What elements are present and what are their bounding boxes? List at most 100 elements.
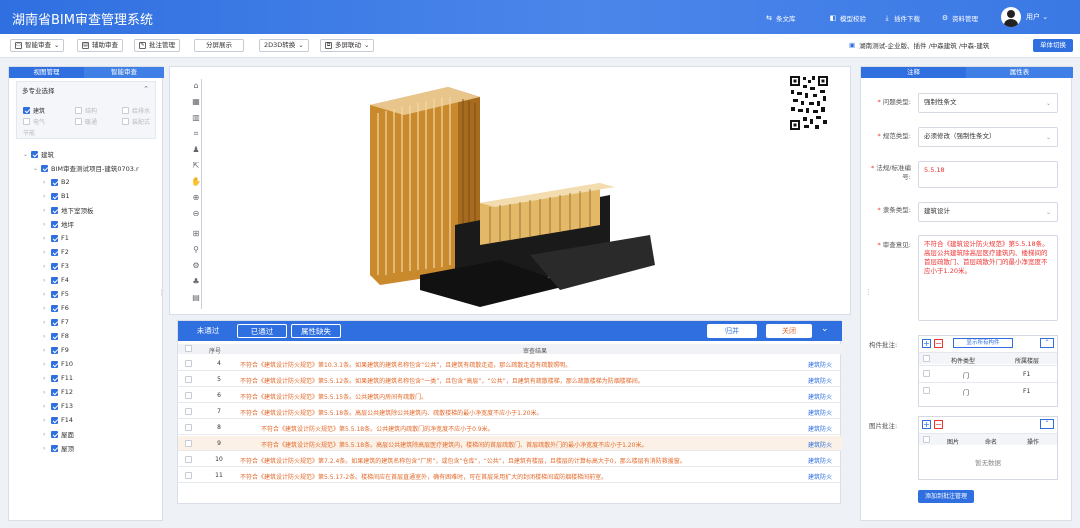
zoom-out-icon[interactable]: ⊖ [191, 209, 201, 219]
tree-floor-item[interactable]: › 屋顶 [43, 443, 74, 453]
standard-number-field[interactable]: 5.5.18 [918, 161, 1058, 188]
checkbox[interactable] [51, 318, 58, 326]
multi-screen-button[interactable]: ⧉ 多屏联动 ⌄ [320, 39, 375, 52]
discipline-hvac[interactable]: 暖通 [75, 117, 97, 126]
nav-library[interactable]: ⇆ 条文库 [765, 12, 795, 24]
row-category-link[interactable]: 建筑防火 [808, 376, 832, 385]
row-checkbox[interactable] [185, 472, 192, 479]
checkbox[interactable] [51, 220, 58, 228]
row-category-link[interactable]: 建筑防火 [808, 472, 832, 481]
row-checkbox[interactable] [185, 440, 192, 447]
checkbox[interactable] [923, 436, 930, 443]
checkbox[interactable] [923, 370, 930, 377]
checkbox[interactable] [51, 332, 58, 340]
result-row[interactable]: 4 不符合《建筑设计防火规范》第10.3.1条。如果建筑的建筑名称包含“公共”，且… [178, 356, 842, 371]
checkbox[interactable] [75, 107, 82, 114]
row-category-link[interactable]: 建筑防火 [808, 440, 832, 449]
tab-failed[interactable]: 未通过 [183, 324, 233, 338]
tree-floor-item[interactable]: › F13 [43, 401, 73, 411]
checkbox[interactable] [51, 416, 58, 424]
assist-review-button[interactable]: ▤ 辅助审查 [77, 39, 123, 52]
checkbox[interactable] [51, 444, 58, 452]
result-row[interactable]: 10 不符合《建筑设计防火规范》第7.2.4条。如果建筑的建筑名称包含“厂房”，或… [178, 452, 842, 467]
add-to-annotation-management-button[interactable]: 添加到批注管理 [918, 490, 974, 503]
tree-floor-item[interactable]: › B1 [43, 191, 70, 201]
tree-project[interactable]: ⌄ BIM审查测试项目-建筑0703.r [33, 163, 139, 173]
result-row[interactable]: 6 不符合《建筑设计防火规范》第5.5.15条。公共建筑内房间有疏散门。 建筑防火 [178, 388, 842, 403]
double-chevron-down-icon[interactable]: ⌄ [821, 324, 829, 334]
checkbox[interactable] [51, 290, 58, 298]
row-checkbox[interactable] [185, 408, 192, 415]
checkbox[interactable] [51, 374, 58, 382]
tree-floor-item[interactable]: › F10 [43, 359, 73, 369]
row-category-link[interactable]: 建筑防火 [808, 456, 832, 465]
section-icon[interactable]: ▥ [191, 113, 201, 123]
row-checkbox[interactable] [185, 360, 192, 367]
discipline-architecture[interactable]: 建筑 [23, 106, 45, 115]
clause-type-select[interactable]: 建筑设计 ⌄ [918, 202, 1058, 222]
checkbox[interactable] [51, 388, 58, 396]
nav-download[interactable]: ⤓ 插件下载 [883, 12, 920, 24]
row-checkbox[interactable] [185, 424, 192, 431]
tab-annotation[interactable]: 注释 [861, 67, 966, 78]
drag-handle-icon[interactable]: ⋮ [158, 289, 165, 297]
row-checkbox[interactable] [185, 392, 192, 399]
checkbox[interactable] [51, 192, 58, 200]
tree-floor-item[interactable]: › 地下室顶板 [43, 205, 94, 215]
tree-floor-item[interactable]: › F6 [43, 303, 69, 313]
tree-floor-item[interactable]: › 屋面 [43, 429, 74, 439]
tree-floor-item[interactable]: › F9 [43, 345, 69, 355]
tree-floor-item[interactable]: › F8 [43, 331, 69, 341]
user-menu[interactable]: 用户 ⌄ [1026, 12, 1048, 22]
checkbox[interactable] [51, 262, 58, 270]
discipline-prefab[interactable]: 装配式 [122, 117, 150, 126]
checkbox[interactable] [51, 346, 58, 354]
model-viewer[interactable]: ⌂ ▦ ▥ ⌗ ♟ ⇱ ✋ ⊕ ⊖ ⊞ ⚲ ⚙ ♣ ▤ [169, 66, 851, 315]
2d3d-switch-button[interactable]: 2D3D转换 ⌄ [259, 39, 309, 52]
checkbox[interactable] [23, 118, 30, 125]
annotation-management-button[interactable]: ✎ 批注管理 [134, 39, 180, 52]
tab-property-table[interactable]: 属性表 [966, 67, 1073, 78]
box-select-icon[interactable]: ⊞ [191, 229, 201, 239]
checkbox[interactable] [51, 304, 58, 312]
tree-floor-item[interactable]: › F2 [43, 247, 69, 257]
checkbox[interactable] [31, 150, 38, 158]
checkbox[interactable] [51, 248, 58, 256]
component-row[interactable]: 门 F1 [919, 365, 1057, 381]
single-switch-button[interactable]: 单体切换 [1033, 39, 1073, 52]
zoom-in-icon[interactable]: ⊕ [191, 193, 201, 203]
tree-root[interactable]: ⌄ 建筑 [23, 149, 54, 159]
result-row[interactable]: 11 不符合《建筑设计防火规范》第5.5.17-2条。楼梯间应在首层直通室外，确有… [178, 468, 842, 483]
building-model[interactable] [360, 75, 660, 310]
link-icon[interactable]: ⚲ [191, 245, 201, 255]
tab-missing-attributes[interactable]: 属性缺失 [291, 324, 341, 338]
tree-floor-item[interactable]: › F14 [43, 415, 73, 425]
tree-floor-item[interactable]: › F11 [43, 373, 73, 383]
chevron-up-icon[interactable]: ⌃ [143, 85, 149, 93]
drag-handle-icon[interactable]: ⋮ [865, 288, 872, 296]
discipline-electrical[interactable]: 电气 [23, 117, 45, 126]
issue-type-select[interactable]: 强制性条文 ⌄ [918, 93, 1058, 113]
tab-view-management[interactable]: 视图管理 [9, 67, 84, 78]
tree-floor-item[interactable]: › F12 [43, 387, 73, 397]
checkbox[interactable] [51, 234, 58, 242]
settings-icon[interactable]: ⚙ [191, 261, 201, 271]
result-row[interactable]: 7 不符合《建筑设计防火规范》第5.5.18条。高层公共建筑除公共建筑内、疏散楼梯… [178, 404, 842, 419]
checkbox[interactable] [51, 276, 58, 284]
floor-plan-icon[interactable]: ▦ [191, 97, 201, 107]
row-category-link[interactable]: 建筑防火 [808, 424, 832, 433]
discipline-energy[interactable]: 节能 [23, 128, 35, 137]
select-all-checkbox[interactable] [185, 345, 192, 352]
row-checkbox[interactable] [185, 376, 192, 383]
tree-floor-item[interactable]: › F4 [43, 275, 69, 285]
tree-floor-item[interactable]: › 地坪 [43, 219, 74, 229]
tree-floor-item[interactable]: › F7 [43, 317, 69, 327]
add-icon[interactable]: + [922, 420, 931, 429]
checkbox[interactable] [51, 178, 58, 186]
checkbox[interactable] [75, 118, 82, 125]
row-category-link[interactable]: 建筑防火 [808, 408, 832, 417]
tree-floor-item[interactable]: › F5 [43, 289, 69, 299]
checkbox[interactable] [923, 355, 930, 362]
chevron-up-icon[interactable]: ⌃ [1040, 419, 1054, 429]
split-screen-button[interactable]: 分屏展示 [194, 39, 244, 52]
